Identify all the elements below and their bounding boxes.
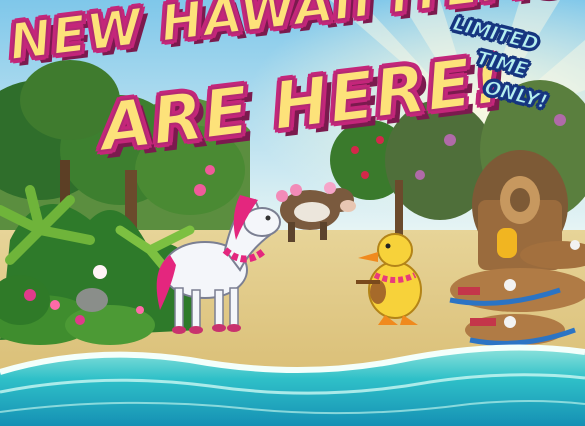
hawaii-items-banner: NEW HAWAII ITEMS ARE HERE! LIMITED TIME …	[0, 0, 585, 426]
